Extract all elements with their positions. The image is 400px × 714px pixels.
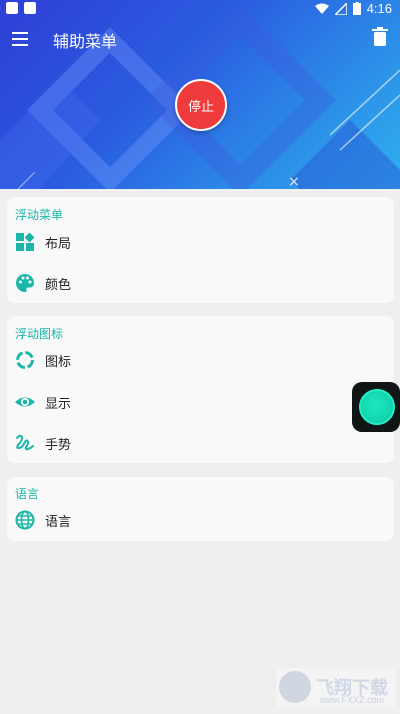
layout-icon [16, 232, 35, 251]
palette-icon [16, 274, 35, 292]
signal-icon [334, 2, 347, 15]
floating-ball-icon [359, 389, 395, 425]
floating-icon-card: 浮动图标 图标 显示 手势 [7, 316, 394, 463]
list-item-color[interactable]: 颜色 [7, 263, 394, 303]
list-item-display[interactable]: 显示 [7, 382, 394, 422]
floating-assist-button[interactable] [352, 382, 400, 432]
close-icon[interactable]: × [288, 174, 300, 189]
notification-icon [24, 2, 36, 14]
wifi-icon [314, 3, 329, 14]
list-item-icon[interactable]: 图标 [7, 340, 394, 380]
watermark-url: www.FXXZ.com [320, 695, 385, 705]
list-item-label: 布局 [45, 237, 72, 252]
list-item-label: 颜色 [45, 278, 72, 293]
status-bar: 4:16 [0, 0, 400, 18]
trash-icon[interactable] [372, 27, 388, 47]
menu-icon[interactable] [12, 32, 28, 46]
globe-icon [15, 510, 35, 530]
list-item-label: 显示 [45, 397, 72, 412]
header-banner: 4:16 辅助菜单 停止 × [0, 0, 400, 189]
list-item-label: 语言 [45, 515, 72, 530]
circle-icon [16, 351, 34, 369]
page-title: 辅助菜单 [53, 32, 118, 51]
list-item-gesture[interactable]: 手势 [7, 423, 394, 463]
battery-icon [352, 2, 361, 15]
toolbar: 辅助菜单 [0, 22, 400, 58]
section-title: 浮动菜单 [15, 208, 64, 222]
stop-button[interactable]: 停止 [175, 79, 227, 131]
watermark-logo-icon [279, 671, 311, 703]
eye-icon [15, 397, 35, 407]
list-item-label: 图标 [45, 355, 72, 370]
watermark: 飞翔下载 www.FXXZ.com [276, 668, 396, 708]
list-item-label: 手势 [45, 438, 72, 453]
notification-icon [6, 2, 18, 14]
floating-menu-card: 浮动菜单 布局 颜色 [7, 197, 394, 303]
language-card: 语言 语言 [7, 477, 394, 541]
status-time: 4:16 [366, 1, 392, 16]
list-item-layout[interactable]: 布局 [7, 222, 394, 262]
gesture-icon [16, 434, 34, 451]
list-item-language[interactable]: 语言 [7, 500, 394, 540]
